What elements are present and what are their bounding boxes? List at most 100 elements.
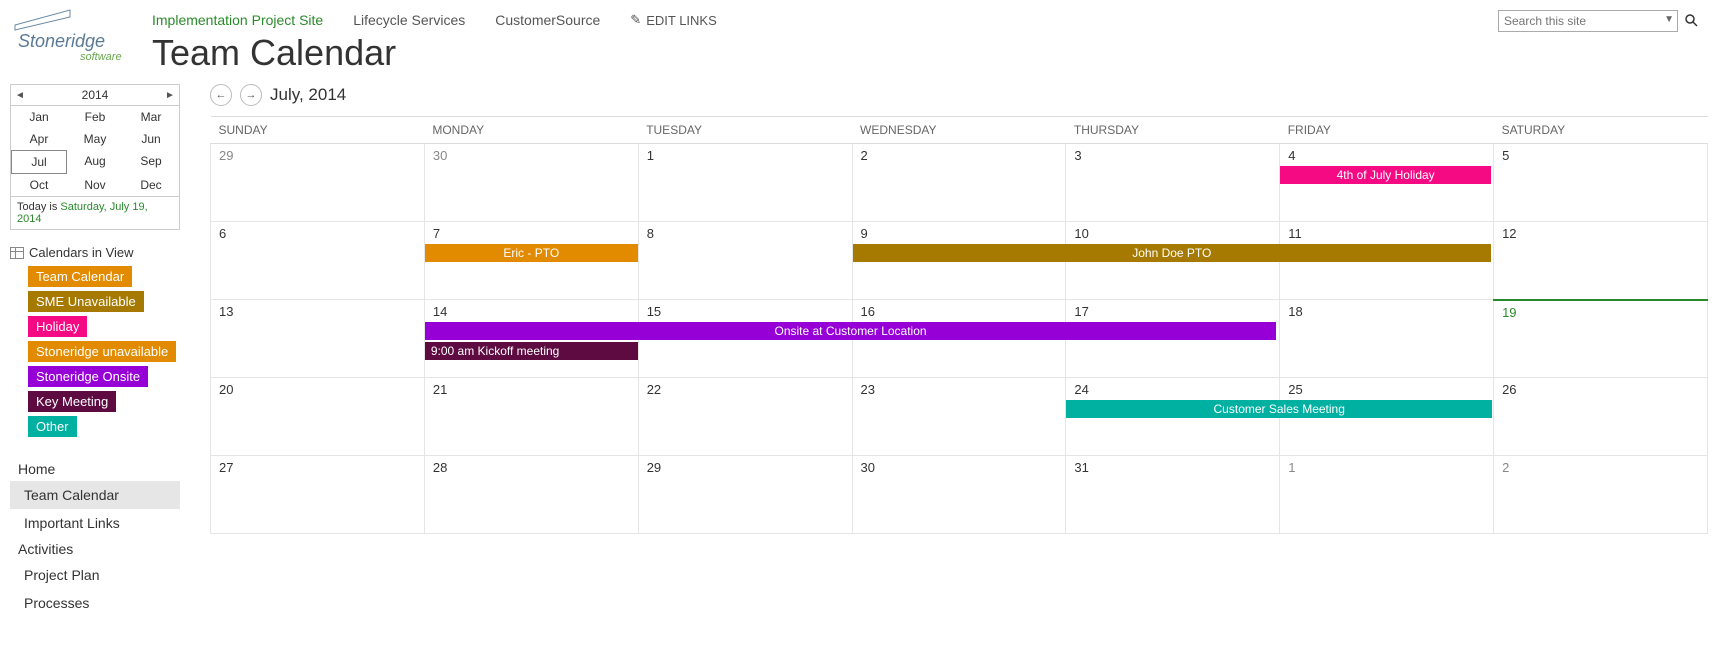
nav-processes[interactable]: Processes (10, 589, 180, 617)
calendar-cell[interactable]: 6 (211, 222, 425, 300)
day-number: 8 (639, 222, 852, 245)
calendar-cell[interactable]: 30 (424, 144, 638, 222)
mini-cal-month[interactable]: Aug (67, 150, 123, 174)
calendar-cell[interactable]: 27 (211, 456, 425, 534)
calendar-cell[interactable]: 12 (1494, 222, 1708, 300)
event-kickoff[interactable]: 9:00 am Kickoff meeting (425, 342, 638, 360)
day-number: 6 (211, 222, 424, 245)
day-number: 16 (853, 300, 1066, 323)
search-input[interactable] (1498, 10, 1678, 32)
svg-text:software: software (80, 51, 122, 63)
day-number: 1 (1280, 456, 1493, 479)
mini-cal-month[interactable]: Jan (11, 106, 67, 128)
nav-customersource[interactable]: CustomerSource (495, 12, 600, 28)
nav-implementation[interactable]: Implementation Project Site (152, 12, 323, 28)
calendar-grid-icon (10, 247, 24, 259)
year-next-icon[interactable]: ► (165, 90, 175, 101)
mini-cal-today[interactable]: Today is Saturday, July 19, 2014 (11, 196, 179, 229)
event-customer-sales[interactable]: Customer Sales Meeting (1066, 400, 1492, 418)
edit-links[interactable]: ✎ EDIT LINKS (630, 12, 716, 28)
day-header: WEDNESDAY (852, 117, 1066, 144)
nav-home[interactable]: Home (10, 457, 180, 481)
calendar-cell[interactable]: 20 (211, 378, 425, 456)
calendar-cell[interactable]: 1 (1280, 456, 1494, 534)
day-number: 9 (853, 222, 1066, 245)
calendars-in-view-header: Calendars in View (10, 245, 180, 260)
calendar-cell[interactable]: 7Eric - PTO (424, 222, 638, 300)
day-number: 19 (1494, 301, 1707, 324)
day-number: 29 (639, 456, 852, 479)
nav-project-plan[interactable]: Project Plan (10, 561, 180, 589)
year-prev-icon[interactable]: ◄ (15, 90, 25, 101)
calendar-cell[interactable]: 28 (424, 456, 638, 534)
month-next-button[interactable]: → (240, 84, 262, 106)
mini-cal-month[interactable]: Sep (123, 150, 179, 174)
day-number: 30 (853, 456, 1066, 479)
month-prev-button[interactable]: ← (210, 84, 232, 106)
calendar-cell[interactable]: 18 (1280, 300, 1494, 378)
calendar-cell[interactable]: 24Customer Sales Meeting (1066, 378, 1280, 456)
calendar-cell[interactable]: 22 (638, 378, 852, 456)
calendar-cell[interactable]: 26 (1494, 378, 1708, 456)
calendar-cell[interactable]: 44th of July Holiday (1280, 144, 1494, 222)
calendar-grid: SUNDAYMONDAYTUESDAYWEDNESDAYTHURSDAYFRID… (210, 116, 1708, 534)
legend-holiday[interactable]: Holiday (28, 316, 87, 337)
mini-cal-month[interactable]: Mar (123, 106, 179, 128)
day-number: 7 (425, 222, 638, 245)
nav-important-links[interactable]: Important Links (10, 509, 180, 537)
calendar-cell[interactable]: 8 (638, 222, 852, 300)
mini-cal-month[interactable]: Jun (123, 128, 179, 150)
calendar-cell[interactable]: 13 (211, 300, 425, 378)
nav-activities[interactable]: Activities (10, 537, 180, 561)
event-john-pto[interactable]: John Doe PTO (853, 244, 1492, 262)
search-dropdown-icon[interactable]: ▼ (1664, 14, 1674, 25)
calendar-cell[interactable]: 21 (424, 378, 638, 456)
calendar-cell[interactable]: 1 (638, 144, 852, 222)
search-icon[interactable] (1684, 13, 1698, 30)
day-number: 5 (1494, 144, 1707, 167)
calendar-cell[interactable]: 5 (1494, 144, 1708, 222)
mini-cal-month[interactable]: Nov (67, 174, 123, 196)
legend-stoneridge-onsite[interactable]: Stoneridge Onsite (28, 366, 148, 387)
event-holiday[interactable]: 4th of July Holiday (1280, 166, 1491, 184)
day-number: 24 (1066, 378, 1279, 401)
calendar-cell[interactable]: 29 (638, 456, 852, 534)
day-number: 27 (211, 456, 424, 479)
legend-sme-unavailable[interactable]: SME Unavailable (28, 291, 144, 312)
calendar-cell[interactable]: 19 (1494, 300, 1708, 378)
legend-team-calendar[interactable]: Team Calendar (28, 266, 132, 287)
legend-key-meeting[interactable]: Key Meeting (28, 391, 116, 412)
day-number: 3 (1066, 144, 1279, 167)
day-number: 2 (853, 144, 1066, 167)
calendar-cell[interactable]: 9John Doe PTO (852, 222, 1066, 300)
day-number: 30 (425, 144, 638, 167)
day-number: 2 (1494, 456, 1707, 479)
day-header: SUNDAY (211, 117, 425, 144)
day-number: 1 (639, 144, 852, 167)
calendar-cell[interactable]: 14Onsite at Customer Location9:00 am Kic… (424, 300, 638, 378)
calendar-cell[interactable]: 2 (852, 144, 1066, 222)
mini-cal-year[interactable]: 2014 (25, 88, 165, 102)
legend-stoneridge-unavailable[interactable]: Stoneridge unavailable (28, 341, 176, 362)
event-onsite[interactable]: Onsite at Customer Location (425, 322, 1276, 340)
nav-team-calendar[interactable]: Team Calendar (10, 481, 180, 509)
mini-cal-month[interactable]: Oct (11, 174, 67, 196)
day-number: 29 (211, 144, 424, 167)
calendar-cell[interactable]: 2 (1494, 456, 1708, 534)
event-eric-pto[interactable]: Eric - PTO (425, 244, 638, 262)
nav-lifecycle[interactable]: Lifecycle Services (353, 12, 465, 28)
calendar-cell[interactable]: 29 (211, 144, 425, 222)
day-number: 28 (425, 456, 638, 479)
calendar-cell[interactable]: 30 (852, 456, 1066, 534)
mini-cal-month[interactable]: May (67, 128, 123, 150)
calendar-cell[interactable]: 31 (1066, 456, 1280, 534)
mini-cal-month[interactable]: Apr (11, 128, 67, 150)
calendar-cell[interactable]: 3 (1066, 144, 1280, 222)
company-logo: Stoneridge software (10, 0, 140, 68)
calendar-cell[interactable]: 23 (852, 378, 1066, 456)
mini-cal-month[interactable]: Feb (67, 106, 123, 128)
top-nav: Implementation Project Site Lifecycle Se… (140, 0, 1708, 28)
mini-cal-month[interactable]: Dec (123, 174, 179, 196)
legend-other[interactable]: Other (28, 416, 77, 437)
mini-cal-month[interactable]: Jul (11, 150, 67, 174)
